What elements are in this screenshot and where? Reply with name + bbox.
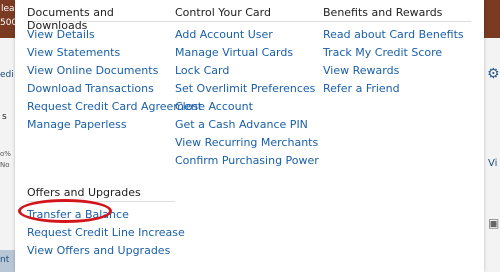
background-fragment: lea bbox=[1, 4, 15, 14]
column-heading: Documents and Downloads bbox=[27, 6, 175, 32]
background-page-left: lea 500 edi s o% No nt bbox=[0, 0, 15, 272]
menu-link-card-benefits[interactable]: Read about Card Benefits bbox=[323, 26, 471, 44]
menu-link-request-credit-card-agreement[interactable]: Request Credit Card Agreement bbox=[27, 98, 202, 116]
menu-link-add-account-user[interactable]: Add Account User bbox=[175, 26, 323, 44]
menu-link-recurring-merchants[interactable]: View Recurring Merchants bbox=[175, 134, 323, 152]
menu-link-manage-virtual-cards[interactable]: Manage Virtual Cards bbox=[175, 44, 323, 62]
background-fragment: s bbox=[2, 112, 7, 122]
control-your-card-column: Control Your Card Add Account User Manag… bbox=[175, 6, 323, 170]
menu-link-track-credit-score[interactable]: Track My Credit Score bbox=[323, 44, 471, 62]
background-fragment: Vi bbox=[488, 158, 498, 169]
menu-link-lock-card[interactable]: Lock Card bbox=[175, 62, 323, 80]
highlight-circle-annotation bbox=[18, 199, 112, 223]
benefits-rewards-column: Benefits and Rewards Read about Card Ben… bbox=[323, 6, 471, 98]
column-heading: Control Your Card bbox=[175, 6, 323, 22]
menu-link-refer-a-friend[interactable]: Refer a Friend bbox=[323, 80, 471, 98]
menu-link-credit-line-increase[interactable]: Request Credit Line Increase bbox=[27, 224, 185, 242]
menu-link-view-details[interactable]: View Details bbox=[27, 26, 175, 44]
menu-link-view-offers-upgrades[interactable]: View Offers and Upgrades bbox=[27, 242, 175, 260]
card-icon: ▣ bbox=[488, 216, 500, 230]
menu-link-set-overlimit-preferences[interactable]: Set Overlimit Preferences bbox=[175, 80, 323, 98]
menu-link-cash-advance-pin[interactable]: Get a Cash Advance PIN bbox=[175, 116, 323, 134]
menu-link-view-online-documents[interactable]: View Online Documents bbox=[27, 62, 175, 80]
background-fragment: edi bbox=[0, 70, 14, 80]
background-fragment: No bbox=[0, 161, 10, 169]
menu-link-download-transactions[interactable]: Download Transactions bbox=[27, 80, 175, 98]
background-fragment: 500 bbox=[0, 18, 15, 28]
background-header-bar bbox=[484, 0, 500, 38]
menu-link-manage-paperless[interactable]: Manage Paperless bbox=[27, 116, 175, 134]
offers-upgrades-column: Offers and Upgrades Transfer a Balance R… bbox=[27, 186, 185, 260]
menu-link-close-account[interactable]: Close Account bbox=[175, 98, 323, 116]
background-fragment: o% bbox=[0, 150, 11, 158]
gear-icon[interactable]: ⚙ bbox=[487, 66, 500, 82]
column-heading: Benefits and Rewards bbox=[323, 6, 471, 22]
menu-link-view-rewards[interactable]: View Rewards bbox=[323, 62, 471, 80]
account-services-menu: Documents and Downloads View Details Vie… bbox=[15, 0, 484, 272]
background-fragment: nt bbox=[0, 255, 10, 265]
menu-link-view-statements[interactable]: View Statements bbox=[27, 44, 175, 62]
menu-link-confirm-purchasing-power[interactable]: Confirm Purchasing Power bbox=[175, 152, 323, 170]
documents-downloads-column: Documents and Downloads View Details Vie… bbox=[27, 6, 202, 134]
background-page-right: ⚙ Vi ▣ bbox=[484, 0, 500, 272]
